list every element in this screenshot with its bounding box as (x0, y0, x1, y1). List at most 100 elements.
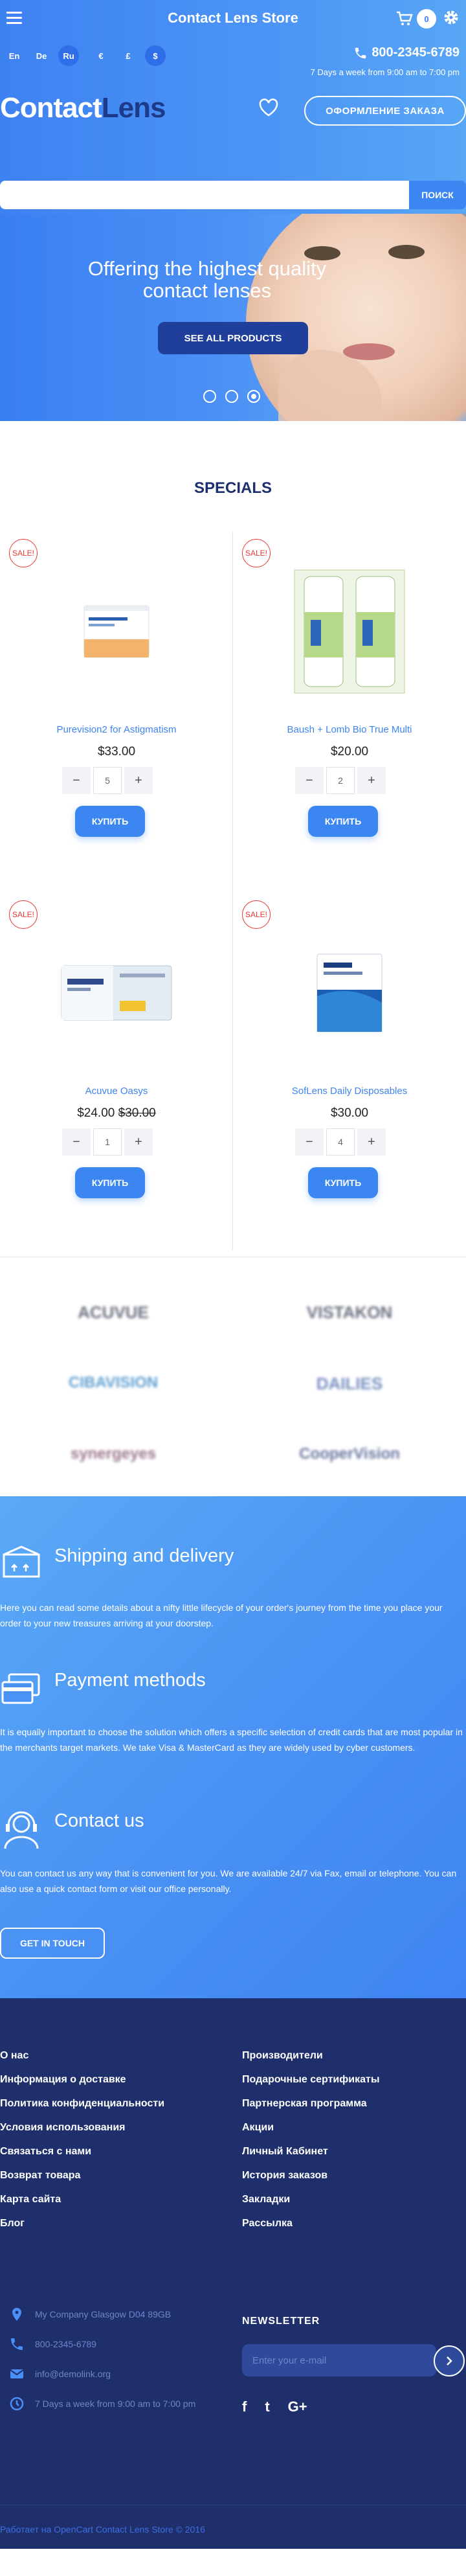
qty-increase-button[interactable]: + (124, 767, 153, 794)
footer-link[interactable]: История заказов (242, 2170, 380, 2194)
footer-link[interactable]: Производители (242, 2050, 380, 2074)
product-price: $20.00 (233, 745, 466, 759)
buy-button[interactable]: КУПИТЬ (75, 1167, 145, 1198)
footer-link[interactable]: Блог (0, 2218, 164, 2242)
footer-link[interactable]: Политика конфиденциальности (0, 2098, 164, 2122)
product-card: SALE! Baush + Lomb Bio True Multi $20.00… (233, 531, 466, 887)
newsletter-submit-button[interactable] (434, 2345, 465, 2377)
contact-title: Contact us (54, 1810, 144, 1831)
header-hours: 7 Days a week from 9:00 am to 7:00 pm (310, 67, 460, 77)
footer-link[interactable]: Условия использования (0, 2122, 164, 2146)
qty-increase-button[interactable]: + (124, 1128, 153, 1156)
lang-de[interactable]: De (31, 45, 52, 66)
footer-phone-text: 800-2345-6789 (35, 2339, 96, 2349)
twitter-icon[interactable]: t (265, 2399, 269, 2415)
google-plus-icon[interactable]: G+ (288, 2399, 307, 2415)
qty-value[interactable]: 1 (93, 1128, 122, 1156)
hero-image-lips (343, 343, 395, 360)
product-name[interactable]: Purevision2 for Astigmatism (0, 724, 233, 735)
product-image[interactable] (39, 918, 194, 1067)
quantity-stepper: − 5 + (62, 767, 159, 794)
qty-decrease-button[interactable]: − (295, 767, 324, 794)
quantity-stepper: − 2 + (295, 767, 392, 794)
slider-dot-active[interactable] (247, 390, 260, 403)
footer-link[interactable]: Связаться с нами (0, 2146, 164, 2170)
footer-link[interactable]: Партнерская программа (242, 2098, 380, 2122)
checkout-button[interactable]: ОФОРМЛЕНИЕ ЗАКАЗА (304, 96, 466, 126)
product-name[interactable]: Acuvue Oasys (0, 1086, 233, 1097)
footer-link[interactable]: Закладки (242, 2194, 380, 2218)
brand-logo-vistakon[interactable]: VISTAKON (278, 1303, 421, 1323)
footer-hours-text: 7 Days a week from 9:00 am to 7:00 pm (35, 2399, 196, 2409)
buy-button[interactable]: КУПИТЬ (308, 1167, 378, 1198)
hero-slider: Offering the highest quality contact len… (0, 214, 466, 421)
qty-increase-button[interactable]: + (357, 1128, 386, 1156)
search-button[interactable]: ПОИСК (409, 181, 466, 209)
shipping-title: Shipping and delivery (54, 1545, 234, 1566)
brand-logo-cibavision[interactable]: CIBAVISION (42, 1374, 184, 1392)
footer-link[interactable]: Информация о доставке (0, 2074, 164, 2098)
get-in-touch-button[interactable]: GET IN TOUCH (0, 1928, 105, 1959)
footer-link[interactable]: Подарочные сертификаты (242, 2074, 380, 2098)
social-links: f t G+ (242, 2399, 307, 2415)
sale-badge: SALE! (9, 539, 38, 567)
footer-email[interactable]: info@demolink.org (9, 2366, 111, 2382)
qty-value[interactable]: 2 (326, 767, 355, 794)
product-card: SALE! SofLens Daily Disposables $30.00 −… (233, 893, 466, 1249)
footer-phone[interactable]: 800-2345-6789 (9, 2336, 96, 2352)
shipping-text: Here you can read some details about a n… (0, 1602, 443, 1628)
search-input[interactable] (0, 181, 447, 209)
currency-switcher: € £ $ (91, 45, 166, 66)
slider-dot[interactable] (203, 390, 216, 403)
lang-ru[interactable]: Ru (58, 45, 79, 66)
footer-address: My Company Glasgow D04 89GB (9, 2307, 171, 2322)
brand-logo-coopervision[interactable]: CooperVision (278, 1445, 421, 1463)
footer-link[interactable]: Акции (242, 2122, 380, 2146)
purevision-box-image (83, 605, 150, 658)
see-all-products-button[interactable]: SEE ALL PRODUCTS (158, 322, 308, 354)
map-pin-icon (12, 2308, 21, 2321)
brand-logo-dailies[interactable]: DAILIES (278, 1374, 421, 1394)
currency-gbp[interactable]: £ (118, 45, 139, 66)
cart-button[interactable]: 0 (396, 9, 436, 28)
product-name[interactable]: SofLens Daily Disposables (233, 1086, 466, 1097)
footer-link[interactable]: Карта сайта (0, 2194, 164, 2218)
clock-icon (10, 2397, 24, 2411)
quantity-stepper: − 1 + (62, 1128, 159, 1156)
wishlist-heart-icon[interactable] (259, 98, 278, 117)
header-phone[interactable]: 800-2345-6789 (353, 45, 460, 60)
qty-decrease-button[interactable]: − (62, 767, 91, 794)
slider-dot[interactable] (225, 390, 238, 403)
footer-link[interactable]: Личный Кабинет (242, 2146, 380, 2170)
menu-icon[interactable] (6, 12, 22, 25)
facebook-icon[interactable]: f (242, 2399, 247, 2415)
newsletter-email-input[interactable] (242, 2344, 436, 2377)
buy-button[interactable]: КУПИТЬ (308, 806, 378, 837)
price-current: $20.00 (330, 745, 369, 758)
qty-decrease-button[interactable]: − (62, 1128, 91, 1156)
price-current: $24.00 (77, 1106, 115, 1120)
qty-value[interactable]: 5 (93, 767, 122, 794)
footer-link[interactable]: Рассылка (242, 2218, 380, 2242)
footer-info-links: О нас Информация о доставке Политика кон… (0, 2050, 164, 2242)
product-image[interactable] (272, 557, 427, 706)
brand-logo-acuvue[interactable]: ACUVUE (42, 1303, 184, 1323)
qty-increase-button[interactable]: + (357, 767, 386, 794)
qty-value[interactable]: 4 (326, 1128, 355, 1156)
currency-usd[interactable]: $ (145, 45, 166, 66)
gear-icon[interactable] (443, 9, 460, 26)
footer-link[interactable]: Возврат товара (0, 2170, 164, 2194)
logo[interactable]: ContactLens (0, 92, 166, 124)
product-image[interactable] (39, 557, 194, 706)
footer-link[interactable]: О нас (0, 2050, 164, 2074)
settings-row: En De Ru € £ $ 800-2345-6789 7 Days a we… (0, 36, 466, 82)
lang-en[interactable]: En (4, 45, 25, 66)
currency-eur[interactable]: € (91, 45, 111, 66)
brand-logo-synergeyes[interactable]: synergeyes (42, 1445, 184, 1463)
footer-extra-links: Производители Подарочные сертификаты Пар… (242, 2050, 380, 2242)
buy-button[interactable]: КУПИТЬ (75, 806, 145, 837)
store-title: Contact Lens Store (168, 10, 298, 26)
qty-decrease-button[interactable]: − (295, 1128, 324, 1156)
product-name[interactable]: Baush + Lomb Bio True Multi (233, 724, 466, 735)
product-image[interactable] (272, 918, 427, 1067)
